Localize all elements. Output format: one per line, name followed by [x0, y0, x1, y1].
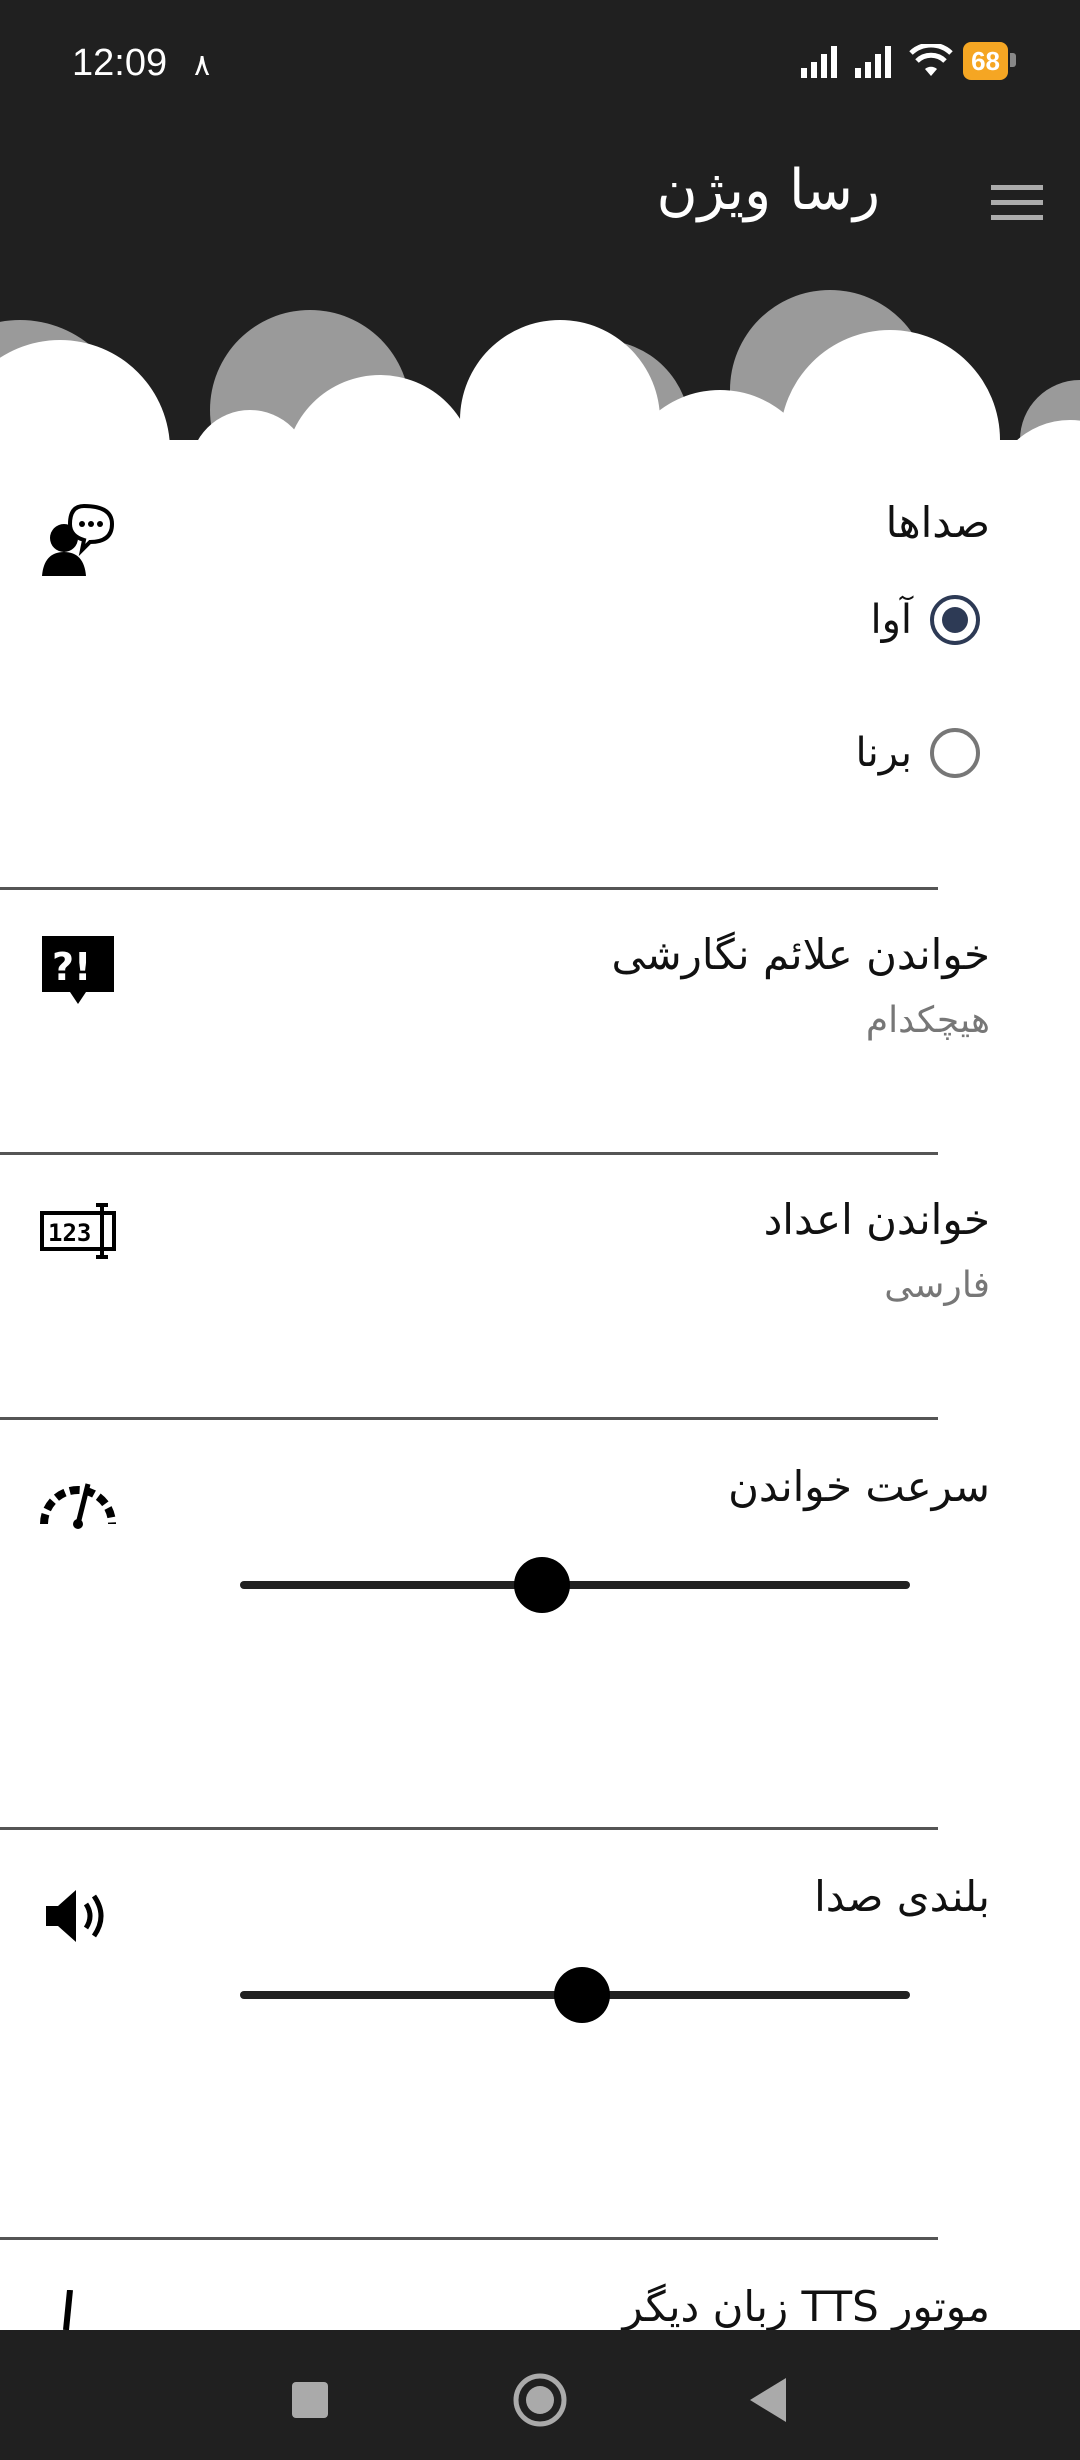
tts-icon: [63, 2290, 73, 2330]
punctuation-value: هیچکدام: [865, 1000, 990, 1041]
status-extra: ٨: [194, 48, 211, 83]
numbers-value: فارسی: [884, 1265, 990, 1306]
numbers-setting[interactable]: خواندن اعداد فارسی 123: [0, 1155, 1080, 1420]
numbers-icon: 123: [40, 1203, 116, 1259]
speed-slider-track: [240, 1581, 910, 1589]
speaker-icon: [46, 1890, 104, 1942]
status-icons: 68: [801, 42, 1016, 80]
status-bar: 12:09 ٨ 68: [0, 0, 1080, 130]
voice-option-borna[interactable]: برنا: [855, 728, 980, 778]
wifi-icon: [909, 44, 953, 76]
tts-engine-setting[interactable]: موتور TTS زبان دیگر: [0, 2240, 1080, 2330]
home-button[interactable]: [500, 2360, 580, 2440]
volume-title: بلندی صدا: [814, 1872, 990, 1921]
signal-icon-2: [855, 46, 892, 78]
volume-setting: بلندی صدا: [0, 1830, 1080, 2240]
battery-indicator: 68: [963, 42, 1016, 80]
voices-section: صداها آوا برنا: [0, 460, 1080, 890]
speaking-person-icon: [42, 503, 115, 576]
radio-ava[interactable]: [930, 595, 980, 645]
radio-borna[interactable]: [930, 728, 980, 778]
speed-slider-thumb[interactable]: [513, 1557, 570, 1613]
square-icon: [292, 2382, 328, 2418]
volume-slider[interactable]: [240, 1965, 910, 2025]
voices-title: صداها: [885, 498, 990, 547]
clouds-decoration: [0, 290, 1080, 460]
speed-setting: سرعت خواندن: [0, 1420, 1080, 1830]
numbers-title: خواندن اعداد: [763, 1195, 990, 1244]
svg-text:?!: ?!: [52, 945, 91, 989]
navigation-bar: [0, 2330, 1080, 2460]
status-time: 12:09: [72, 42, 168, 84]
back-button[interactable]: [728, 2360, 808, 2440]
punctuation-bubble-icon: ?!: [42, 936, 114, 1004]
menu-button[interactable]: [984, 170, 1050, 236]
hamburger-menu-icon: [991, 185, 1043, 220]
punctuation-title: خواندن علائم نگارشی: [611, 930, 990, 979]
tts-title: موتور TTS زبان دیگر: [622, 2282, 990, 2330]
speed-slider[interactable]: [240, 1555, 910, 1615]
voice-label-borna: برنا: [855, 730, 912, 776]
app-bar: رسا ویژن: [0, 130, 1080, 460]
volume-slider-thumb[interactable]: [553, 1967, 610, 2023]
home-circle-icon: [513, 2373, 567, 2427]
settings-content: صداها آوا برنا خواندن علائم نگارشی هیچکد…: [0, 460, 1080, 2330]
svg-text:123: 123: [48, 1219, 91, 1247]
voice-label-ava: آوا: [870, 597, 912, 643]
back-triangle-icon: [750, 2378, 786, 2422]
app-title: رسا ویژن: [656, 158, 880, 223]
voice-option-ava[interactable]: آوا: [870, 595, 980, 645]
signal-icon: [801, 46, 838, 78]
speed-title: سرعت خواندن: [728, 1462, 990, 1511]
punctuation-setting[interactable]: خواندن علائم نگارشی هیچکدام ?!: [0, 890, 1080, 1155]
recents-button[interactable]: [270, 2360, 350, 2440]
speedometer-icon: [40, 1483, 116, 1529]
